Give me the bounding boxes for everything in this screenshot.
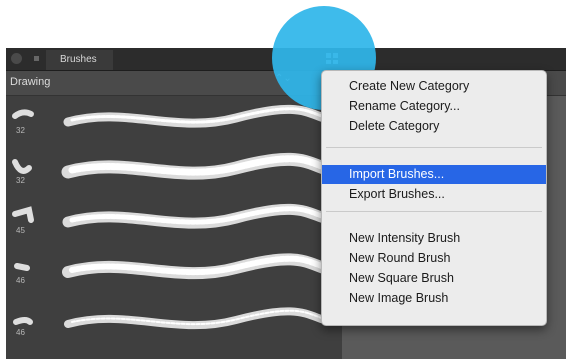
brush-row[interactable]: 46	[6, 298, 326, 348]
brush-size-label: 46	[16, 328, 25, 337]
brush-row[interactable]: 32	[6, 146, 326, 196]
brush-size-label: 46	[16, 276, 25, 285]
menu-item-label: New Intensity Brush	[349, 231, 461, 245]
menu-item-create-category[interactable]: Create New Category	[322, 77, 546, 96]
menu-item-new-square-brush[interactable]: New Square Brush	[322, 269, 546, 288]
menu-item-import-brushes[interactable]: Import Brushes...	[322, 165, 546, 184]
menu-item-label: New Round Brush	[349, 251, 451, 265]
brush-row[interactable]: 46	[6, 246, 326, 296]
menu-item-label: Rename Category...	[349, 99, 460, 113]
menu-item-new-intensity-brush[interactable]: New Intensity Brush	[322, 229, 546, 248]
menu-item-label: Create New Category	[349, 79, 470, 93]
brush-preview-icon	[12, 104, 326, 128]
menu-item-new-round-brush[interactable]: New Round Brush	[322, 249, 546, 268]
brush-size-label: 32	[16, 126, 25, 135]
tab-grip-icon	[34, 56, 39, 61]
menu-item-rename-category[interactable]: Rename Category...	[322, 97, 546, 116]
brush-preview-icon	[12, 152, 326, 180]
brush-list: 32 32 45 46 46	[6, 96, 326, 359]
menu-item-label: New Square Brush	[349, 271, 454, 285]
menu-item-delete-category[interactable]: Delete Category	[322, 117, 546, 136]
brush-preview-icon	[13, 307, 326, 330]
menu-item-export-brushes[interactable]: Export Brushes...	[322, 185, 546, 204]
brush-preview-icon	[12, 203, 326, 229]
brushes-context-menu: Create New Category Rename Category... Del…	[321, 70, 547, 326]
menu-item-label: Import Brushes...	[349, 167, 445, 181]
category-label: Drawing	[10, 76, 51, 88]
brush-size-label: 45	[16, 226, 25, 235]
brush-size-label: 32	[16, 176, 25, 185]
menu-item-label: Export Brushes...	[349, 187, 445, 201]
menu-separator	[326, 147, 542, 148]
menu-item-new-image-brush[interactable]: New Image Brush	[322, 289, 546, 308]
menu-separator	[326, 211, 542, 212]
menu-item-label: Delete Category	[349, 119, 440, 133]
brush-preview-icon	[14, 253, 326, 280]
brush-row[interactable]: 32	[6, 96, 326, 146]
tab-brushes[interactable]: Brushes	[46, 50, 113, 70]
brush-row[interactable]: 45	[6, 196, 326, 246]
panel-close-icon[interactable]	[11, 53, 22, 64]
menu-item-label: New Image Brush	[349, 291, 449, 305]
